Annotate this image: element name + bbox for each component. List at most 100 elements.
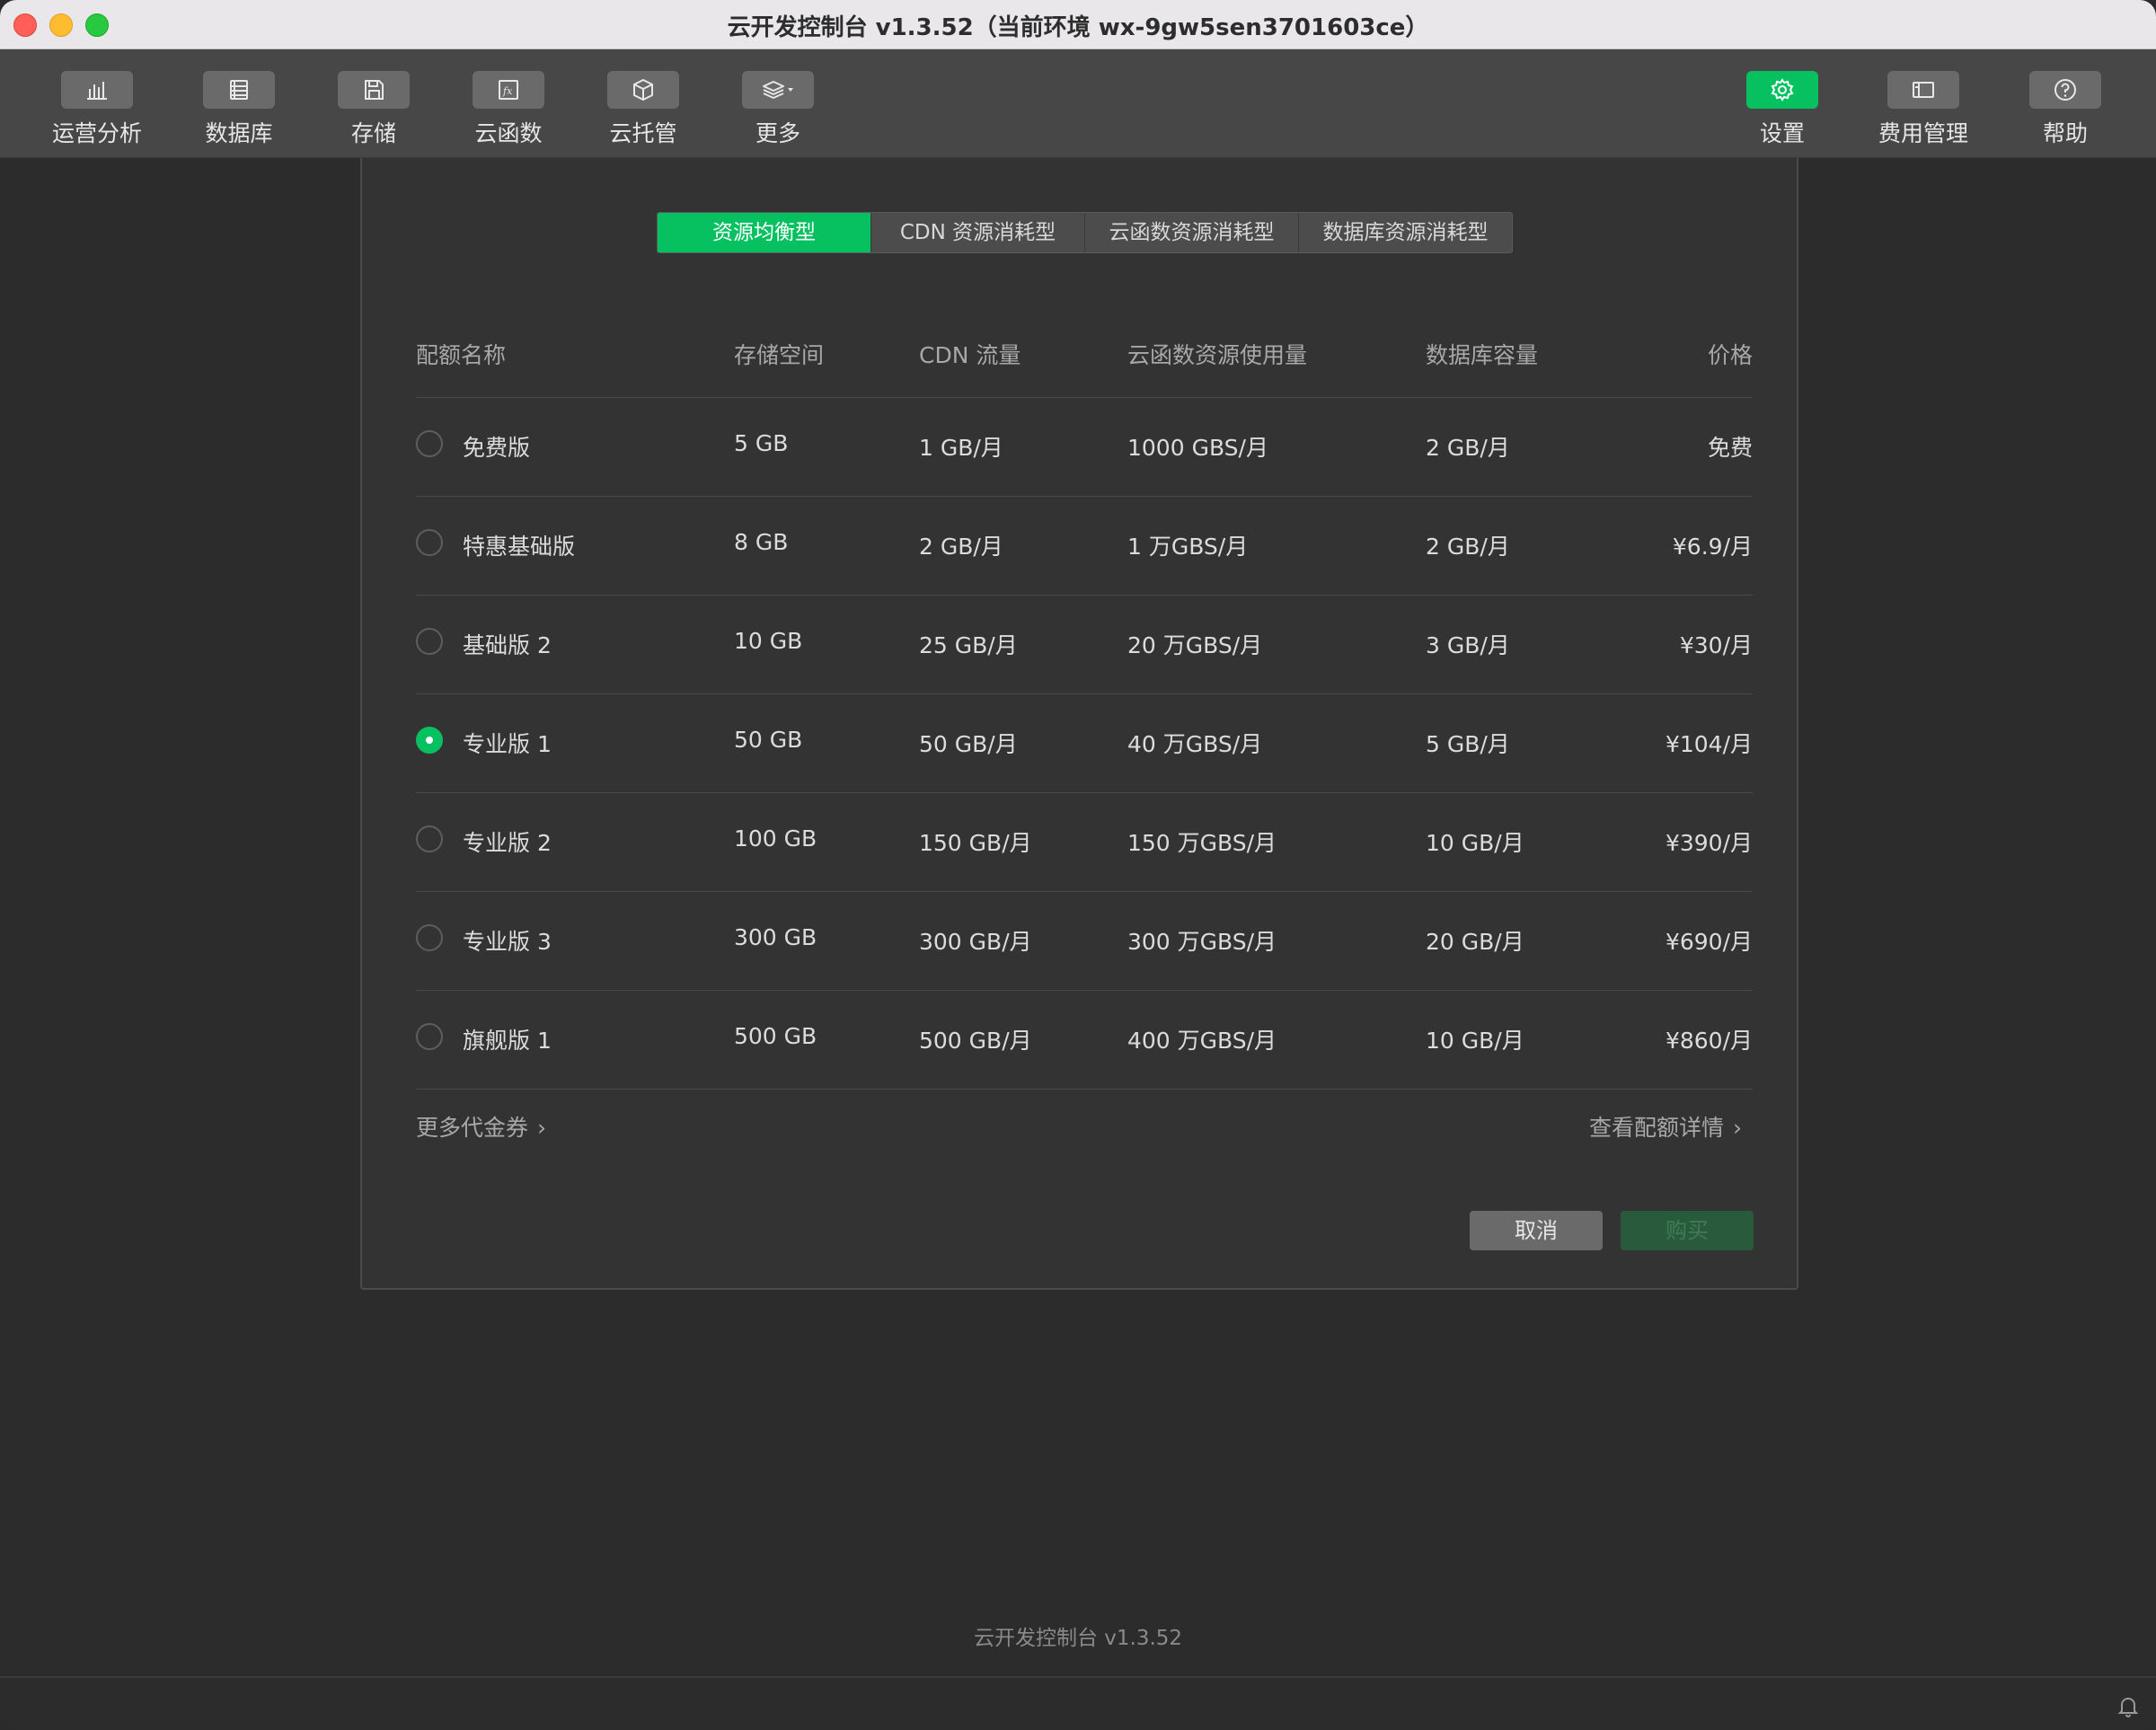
plan-cdn: 150 GB/月 (919, 830, 1032, 856)
column-header-price: 价格 (1707, 342, 1753, 368)
toolbar-database[interactable]: 数据库 (172, 71, 306, 148)
plan-functions: 40 万GBS/月 (1127, 731, 1263, 757)
plan-database: 10 GB/月 (1426, 1028, 1524, 1054)
toolbar-label: 云托管 (609, 120, 677, 146)
plan-name: 专业版 2 (463, 830, 552, 856)
plan-radio[interactable] (416, 924, 443, 951)
gear-icon (1746, 71, 1818, 109)
title-bar: 云开发控制台 v1.3.52（当前环境 wx-9gw5sen3701603ce） (0, 0, 2156, 49)
column-header-name: 配额名称 (416, 342, 507, 368)
plan-functions: 150 万GBS/月 (1127, 830, 1277, 856)
plan-name: 特惠基础版 (463, 534, 576, 560)
plan-radio[interactable] (416, 1023, 443, 1050)
plan-functions: 20 万GBS/月 (1127, 632, 1263, 658)
plan-price: ¥104/月 (1665, 731, 1753, 757)
plan-cdn: 1 GB/月 (919, 435, 1003, 461)
help-icon (2029, 71, 2101, 109)
toolbar-billing[interactable]: 费用管理 (1856, 71, 1991, 148)
toolbar-cloud-hosting[interactable]: 云托管 (576, 71, 711, 148)
toolbar-help[interactable]: 帮助 (1998, 71, 2133, 148)
toolbar-storage[interactable]: 存储 (306, 71, 441, 148)
plan-price: ¥690/月 (1665, 929, 1753, 955)
table-row[interactable]: 专业版 2 100 GB 150 GB/月 150 万GBS/月 10 GB/月… (416, 793, 1753, 892)
plan-type-tabs: 资源均衡型 CDN 资源消耗型 云函数资源消耗型 数据库资源消耗型 (657, 212, 1513, 253)
plan-radio[interactable] (416, 825, 443, 852)
tab-functions-heavy[interactable]: 云函数资源消耗型 (1085, 213, 1299, 252)
plan-functions: 1 万GBS/月 (1127, 534, 1249, 560)
dialog-actions: 取消 购买 (1470, 1211, 1754, 1250)
plan-radio-selected[interactable] (416, 727, 443, 754)
table-row[interactable]: 专业版 1 50 GB 50 GB/月 40 万GBS/月 5 GB/月 ¥10… (416, 694, 1753, 793)
quota-plan-panel: 资源均衡型 CDN 资源消耗型 云函数资源消耗型 数据库资源消耗型 配额名称 存… (360, 158, 1798, 1290)
toolbar-label: 数据库 (205, 120, 273, 146)
table-row[interactable]: 专业版 3 300 GB 300 GB/月 300 万GBS/月 20 GB/月… (416, 892, 1753, 991)
column-header-database: 数据库容量 (1426, 342, 1539, 368)
function-icon: fx (473, 71, 544, 109)
cancel-button[interactable]: 取消 (1470, 1211, 1603, 1250)
main-area: 资源均衡型 CDN 资源消耗型 云函数资源消耗型 数据库资源消耗型 配额名称 存… (0, 158, 2156, 1676)
plan-storage: 500 GB (734, 1023, 817, 1049)
toolbar-label: 存储 (350, 120, 396, 146)
plan-storage: 10 GB (734, 628, 803, 654)
plan-cdn: 300 GB/月 (919, 929, 1032, 955)
plan-price: ¥6.9/月 (1672, 534, 1753, 560)
plan-radio[interactable] (416, 628, 443, 655)
plan-radio[interactable] (416, 529, 443, 556)
save-disk-icon (338, 71, 410, 109)
toolbar-label: 设置 (1759, 120, 1805, 146)
toolbar-cloud-functions[interactable]: fx 云函数 (441, 71, 576, 148)
buy-button[interactable]: 购买 (1621, 1211, 1754, 1250)
toolbar-label: 费用管理 (1878, 120, 1968, 146)
plan-database: 3 GB/月 (1426, 632, 1510, 658)
table-row[interactable]: 旗舰版 1 500 GB 500 GB/月 400 万GBS/月 10 GB/月… (416, 991, 1753, 1090)
toolbar-label: 云函数 (474, 120, 543, 146)
plan-name: 专业版 3 (463, 929, 552, 955)
plan-storage: 8 GB (734, 529, 789, 555)
plan-storage: 300 GB (734, 924, 817, 950)
tab-balanced[interactable]: 资源均衡型 (658, 213, 871, 252)
plan-database: 10 GB/月 (1426, 830, 1524, 856)
toolbar-more[interactable]: 更多 (711, 71, 845, 148)
billing-icon (1887, 71, 1959, 109)
plan-price: ¥390/月 (1665, 830, 1753, 856)
table-row[interactable]: 特惠基础版 8 GB 2 GB/月 1 万GBS/月 2 GB/月 ¥6.9/月 (416, 497, 1753, 596)
bell-icon[interactable] (2116, 1694, 2140, 1717)
plan-storage: 50 GB (734, 727, 803, 753)
cube-icon (607, 71, 679, 109)
quota-details-label: 查看配额详情 (1588, 1115, 1724, 1141)
window-title: 云开发控制台 v1.3.52（当前环境 wx-9gw5sen3701603ce） (727, 14, 1429, 41)
tab-cdn-heavy[interactable]: CDN 资源消耗型 (871, 213, 1085, 252)
svg-text:fx: fx (502, 85, 513, 97)
plan-name: 专业版 1 (463, 731, 552, 757)
plan-cdn: 500 GB/月 (919, 1028, 1032, 1054)
table-row[interactable]: 基础版 2 10 GB 25 GB/月 20 万GBS/月 3 GB/月 ¥30… (416, 596, 1753, 694)
column-header-cdn: CDN 流量 (919, 342, 1021, 368)
plan-price: 免费 (1707, 435, 1753, 461)
app-version-label: 云开发控制台 v1.3.52 (973, 1627, 1183, 1650)
chevron-right-icon: › (537, 1115, 547, 1141)
plan-radio[interactable] (416, 430, 443, 457)
plan-database: 2 GB/月 (1426, 435, 1510, 461)
status-bar (0, 1676, 2156, 1730)
toolbar-analytics[interactable]: 运营分析 (30, 71, 164, 148)
column-header-storage: 存储空间 (734, 342, 825, 368)
chevron-right-icon: › (1733, 1115, 1742, 1141)
panel-links: 更多代金券 › 查看配额详情 › (416, 1110, 1753, 1146)
quota-table: 配额名称 存储空间 CDN 流量 云函数资源使用量 数据库容量 价格 免费版 5… (416, 329, 1753, 1090)
plan-database: 5 GB/月 (1426, 731, 1510, 757)
layers-dropdown-icon (742, 71, 814, 109)
quota-details-link[interactable]: 查看配额详情 › (1589, 1110, 1742, 1143)
plan-price: ¥860/月 (1665, 1028, 1753, 1054)
plan-functions: 1000 GBS/月 (1127, 435, 1268, 461)
tab-database-heavy[interactable]: 数据库资源消耗型 (1299, 213, 1512, 252)
toolbar-settings[interactable]: 设置 (1715, 71, 1850, 148)
main-toolbar: 运营分析 数据库 存储 fx 云函数 云托管 更多 设置 费用管理 帮助 (0, 49, 2156, 158)
more-coupons-link[interactable]: 更多代金券 › (416, 1110, 546, 1143)
plan-database: 2 GB/月 (1426, 534, 1510, 560)
toolbar-label: 帮助 (2042, 120, 2088, 146)
toolbar-label: 运营分析 (51, 120, 142, 146)
more-coupons-label: 更多代金券 (416, 1115, 529, 1141)
plan-cdn: 25 GB/月 (919, 632, 1018, 658)
plan-cdn: 2 GB/月 (919, 534, 1003, 560)
table-row[interactable]: 免费版 5 GB 1 GB/月 1000 GBS/月 2 GB/月 免费 (416, 398, 1753, 497)
